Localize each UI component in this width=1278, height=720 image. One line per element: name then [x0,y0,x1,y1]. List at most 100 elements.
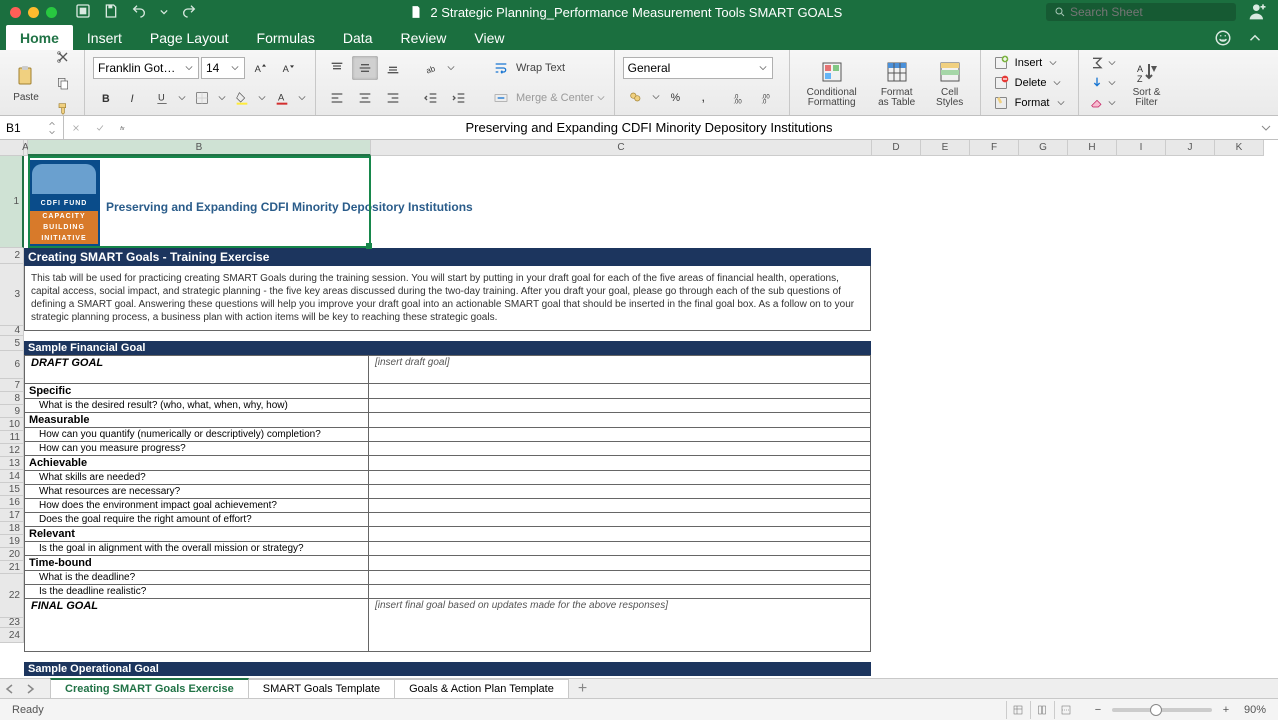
italic-button[interactable]: I [121,86,147,110]
name-box[interactable]: B1 [0,116,64,139]
decrease-font-icon[interactable]: A [275,56,301,80]
increase-decimal-icon[interactable]: .0.00 [727,85,753,109]
row-final-goal-value[interactable]: [insert final goal based on updates made… [369,599,867,651]
align-right-icon[interactable] [380,86,406,110]
tab-page-layout[interactable]: Page Layout [136,25,243,50]
accounting-format-icon[interactable] [623,85,649,109]
autosum-button[interactable] [1087,53,1119,73]
zoom-out-button[interactable]: − [1090,704,1106,716]
row-header-20[interactable]: 20 [0,548,24,561]
underline-button[interactable]: U [149,86,175,110]
col-header-K[interactable]: K [1215,140,1264,156]
align-bottom-icon[interactable] [380,56,406,80]
font-color-button[interactable]: A [269,86,295,110]
increase-font-icon[interactable]: A [247,56,273,80]
tab-insert[interactable]: Insert [73,25,136,50]
undo-dropdown[interactable] [159,8,169,16]
orientation-dropdown[interactable] [446,64,456,72]
tab-scroll-left[interactable] [0,679,20,699]
col-header-H[interactable]: H [1068,140,1117,156]
align-middle-icon[interactable] [352,56,378,80]
row-header-22[interactable]: 22 [0,574,24,618]
decrease-decimal-icon[interactable]: .00.0 [755,85,781,109]
maximize-window-button[interactable] [46,7,57,18]
tab-review[interactable]: Review [386,25,460,50]
align-center-icon[interactable] [352,86,378,110]
row-header-17[interactable]: 17 [0,509,24,522]
tab-formulas[interactable]: Formulas [243,25,329,50]
fx-icon[interactable]: fx [112,116,136,139]
font-name-select[interactable] [93,57,199,79]
add-sheet-button[interactable]: + [568,680,597,698]
row-header-13[interactable]: 13 [0,457,24,470]
col-header-D[interactable]: D [872,140,921,156]
col-header-E[interactable]: E [921,140,970,156]
row-header-1[interactable]: 1 [0,156,24,248]
border-button[interactable] [189,86,215,110]
close-window-button[interactable] [10,7,21,18]
cut-icon[interactable] [50,45,76,69]
border-dropdown[interactable] [217,94,227,102]
row-header-18[interactable]: 18 [0,522,24,535]
underline-dropdown[interactable] [177,94,187,102]
row-header-12[interactable]: 12 [0,444,24,457]
font-size-select[interactable] [201,57,245,79]
autosave-icon[interactable] [75,3,91,22]
row-header-11[interactable]: 11 [0,431,24,444]
redo-icon[interactable] [181,3,197,22]
cell-styles-button[interactable]: Cell Styles [928,56,972,110]
search-input[interactable] [1070,5,1228,19]
spreadsheet-grid[interactable]: ABCDEFGHIJK 1234567891011121314151617181… [0,140,1278,682]
percent-format-icon[interactable]: % [663,85,689,109]
row-header-2[interactable]: 2 [0,248,24,264]
wrap-text-button[interactable]: Wrap Text [488,56,606,80]
delete-cells-button[interactable]: Delete [989,73,1070,93]
row-header-7[interactable]: 7 [0,379,24,392]
view-normal-icon[interactable] [1006,701,1030,719]
expand-formula-icon[interactable] [1254,116,1278,139]
accept-formula-icon[interactable] [88,116,112,139]
merge-center-button[interactable]: Merge & Center [488,86,606,110]
row-header-21[interactable]: 21 [0,561,24,574]
collapse-ribbon-icon[interactable] [1246,29,1264,50]
row-header-10[interactable]: 10 [0,418,24,431]
align-top-icon[interactable] [324,56,350,80]
view-page-break-icon[interactable] [1054,701,1078,719]
align-left-icon[interactable] [324,86,350,110]
col-header-G[interactable]: G [1019,140,1068,156]
zoom-slider[interactable] [1112,708,1212,712]
row-header-16[interactable]: 16 [0,496,24,509]
row-header-14[interactable]: 14 [0,470,24,483]
row-header-3[interactable]: 3 [0,264,24,326]
cancel-formula-icon[interactable] [64,116,88,139]
zoom-level[interactable]: 90% [1244,704,1266,716]
row-header-8[interactable]: 8 [0,392,24,405]
tab-view[interactable]: View [460,25,518,50]
sheet-tab-2[interactable]: SMART Goals Template [248,679,395,698]
col-header-F[interactable]: F [970,140,1019,156]
format-as-table-button[interactable]: Format as Table [872,56,922,110]
sheet-tab-3[interactable]: Goals & Action Plan Template [394,679,569,698]
row-header-6[interactable]: 6 [0,351,24,379]
view-page-layout-icon[interactable] [1030,701,1054,719]
save-icon[interactable] [103,3,119,22]
font-color-dropdown[interactable] [297,94,307,102]
share-user-icon[interactable] [1248,1,1278,24]
bold-button[interactable]: B [93,86,119,110]
search-sheet-field[interactable] [1046,3,1236,21]
conditional-formatting-button[interactable]: Conditional Formatting [798,56,866,110]
fill-color-button[interactable] [229,86,255,110]
fill-button[interactable] [1087,73,1119,93]
minimize-window-button[interactable] [28,7,39,18]
formula-input[interactable]: Preserving and Expanding CDFI Minority D… [136,120,1254,135]
clear-button[interactable] [1087,93,1119,113]
row-header-24[interactable]: 24 [0,628,24,643]
row-header-23[interactable]: 23 [0,618,24,628]
increase-indent-icon[interactable] [446,86,472,110]
number-format-select[interactable]: General [623,57,773,79]
col-header-C[interactable]: C [371,140,872,156]
accounting-dropdown[interactable] [651,93,661,101]
row-header-4[interactable]: 4 [0,326,24,336]
row-header-5[interactable]: 5 [0,336,24,351]
row-header-19[interactable]: 19 [0,535,24,548]
